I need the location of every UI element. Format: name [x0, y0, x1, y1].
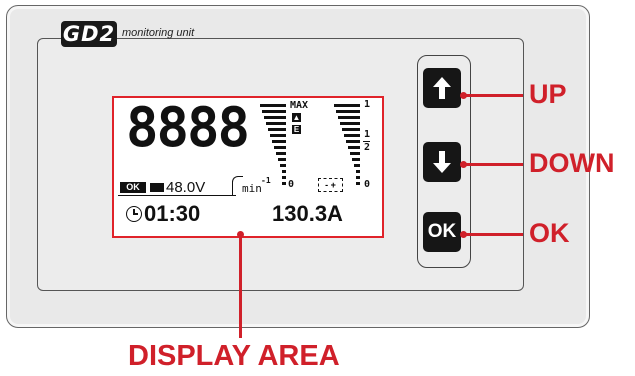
divider: [118, 195, 236, 196]
charge-bar: [356, 176, 360, 179]
rpm-bar: [262, 110, 286, 113]
display-area-label: DISPLAY AREA: [128, 340, 340, 372]
charge-bar: [338, 116, 360, 119]
rpm-bar: [268, 128, 286, 131]
rpm-bar: [282, 176, 286, 179]
rpm-zero-label: 0: [288, 179, 295, 190]
rpm-bar: [266, 122, 286, 125]
ok-label: OK: [529, 218, 570, 248]
e-indicator: E: [292, 125, 301, 134]
up-button[interactable]: [423, 68, 461, 108]
rpm-unit-label: min: [242, 182, 262, 195]
ok-callout-line: [463, 233, 523, 236]
ok-button[interactable]: OK: [423, 212, 461, 252]
charge-bar: [334, 104, 360, 107]
rpm-bar: [260, 104, 286, 107]
timer-readout: 01:30: [144, 201, 201, 226]
brand-logo: GD2: [61, 21, 117, 47]
down-callout-line: [463, 163, 523, 166]
rpm-bar: [278, 158, 286, 161]
device-subtitle: monitoring unit: [122, 27, 195, 39]
rpm-bar: [282, 170, 286, 173]
clock-hand-icon: [133, 213, 138, 215]
max-label: MAX: [290, 100, 309, 111]
up-label: UP: [529, 79, 567, 109]
display-callout-line: [239, 234, 242, 338]
arrow-up-icon: [433, 77, 451, 99]
charge-bar: [344, 134, 360, 137]
charge-bar: [356, 182, 360, 185]
charge-scale-half-num: 1: [364, 129, 371, 140]
charge-bar: [356, 170, 360, 173]
arrow-down-icon: [433, 151, 451, 173]
charge-scale-half-den: 2: [364, 142, 371, 153]
charge-bar: [342, 128, 360, 131]
rpm-bar: [282, 182, 286, 185]
charge-bar: [336, 110, 360, 113]
rpm-bar: [276, 152, 286, 155]
charge-bar: [350, 152, 360, 155]
charge-scale-top: 1: [364, 99, 371, 110]
charge-zero-label: 0: [364, 179, 371, 190]
charge-bar: [346, 140, 360, 143]
charge-bar: [354, 164, 360, 167]
up-callout-line: [463, 94, 523, 97]
seven-segment-readout: 8888: [126, 96, 250, 159]
voltage-readout: 48.0V: [166, 179, 206, 196]
charge-bar: [352, 158, 360, 161]
down-button[interactable]: [423, 142, 461, 182]
charge-bar: [340, 122, 360, 125]
divider-curve: [232, 176, 243, 196]
rpm-unit-exponent: -1: [261, 176, 271, 185]
lcd-display: 8888 MAX ▲ E 0 min -1 1 1 2 0 - + OK 48.…: [112, 96, 384, 238]
rpm-bar: [280, 164, 286, 167]
charge-bar: [348, 146, 360, 149]
battery-icon: [150, 183, 164, 192]
rpm-bar: [270, 134, 286, 137]
rpm-bar: [274, 146, 286, 149]
down-label: DOWN: [529, 148, 615, 178]
status-badge: OK: [120, 182, 146, 193]
rpm-bar: [264, 116, 286, 119]
rpm-bar: [272, 140, 286, 143]
arrow-up-indicator-icon: ▲: [292, 113, 301, 122]
current-readout: 130.3A: [272, 201, 343, 226]
battery-symbol-icon: - +: [318, 178, 343, 192]
